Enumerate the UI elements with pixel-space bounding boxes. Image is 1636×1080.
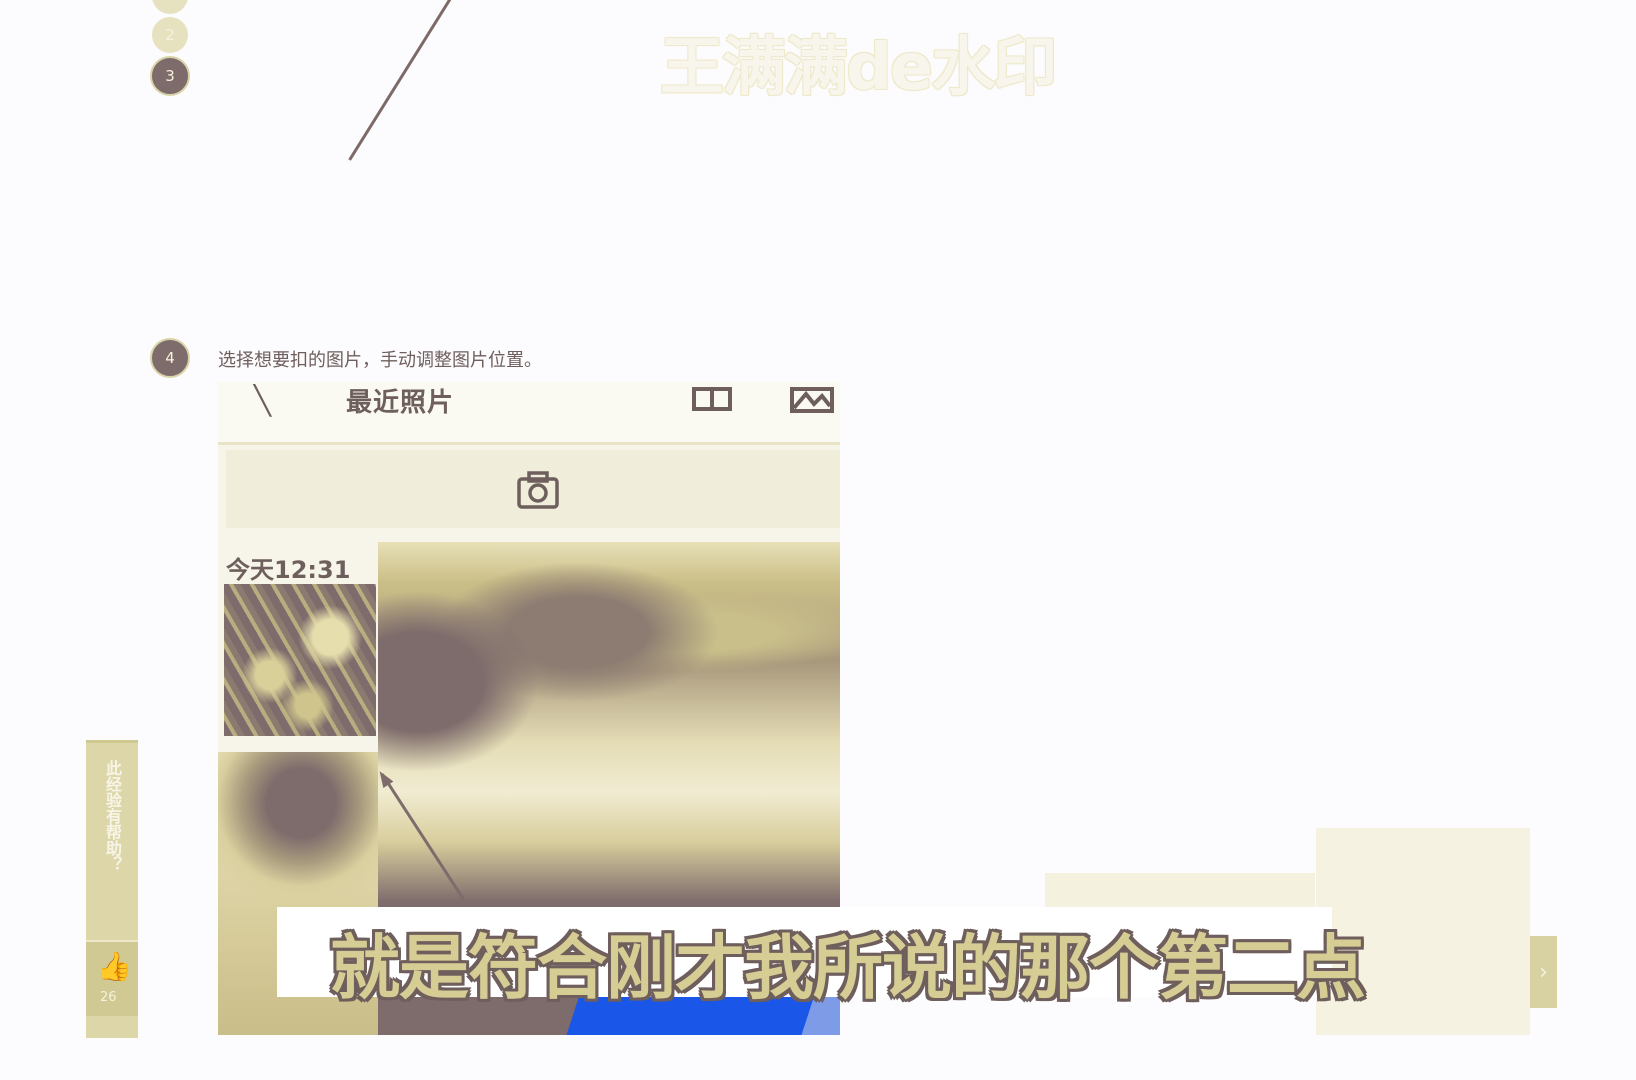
camera-row[interactable] [226, 450, 840, 528]
watermark: 王满满de水印 [660, 31, 1057, 105]
feedback-prompt: 此经验有帮助？ [103, 760, 122, 872]
annotation-line [348, 0, 452, 161]
step-badge-1 [152, 0, 188, 14]
phone-header: ╲ 最近照片 [218, 382, 840, 445]
step-badge-2: 2 [152, 17, 188, 53]
camera-icon[interactable] [516, 470, 560, 510]
step-badge-4-label: 4 [165, 349, 175, 367]
video-subtitle: 就是符合刚才我所说的那个第二点 [330, 927, 1366, 1009]
phone-title: 最近照片 [346, 388, 455, 418]
like-count: 26 [100, 990, 117, 1005]
back-arrow-icon[interactable]: ╲ [254, 384, 271, 417]
step-badge-2-label: 2 [165, 26, 175, 44]
chevron-right-icon[interactable]: › [1530, 936, 1557, 1008]
thumbs-up-icon[interactable]: 👍 [97, 950, 132, 983]
step-badge-4: 4 [150, 338, 190, 378]
photo-thumbnail[interactable] [224, 584, 376, 736]
step-badge-3: 3 [150, 56, 190, 96]
gallery-icon[interactable] [790, 386, 834, 414]
step-4-instruction: 选择想要扣的图片，手动调整图片位置。 [218, 350, 542, 371]
photo-date-label: 今天12:31 [226, 556, 351, 584]
faded-panel [1045, 873, 1315, 907]
step-badge-3-label: 3 [165, 67, 175, 85]
grid-view-icon[interactable] [692, 386, 732, 412]
